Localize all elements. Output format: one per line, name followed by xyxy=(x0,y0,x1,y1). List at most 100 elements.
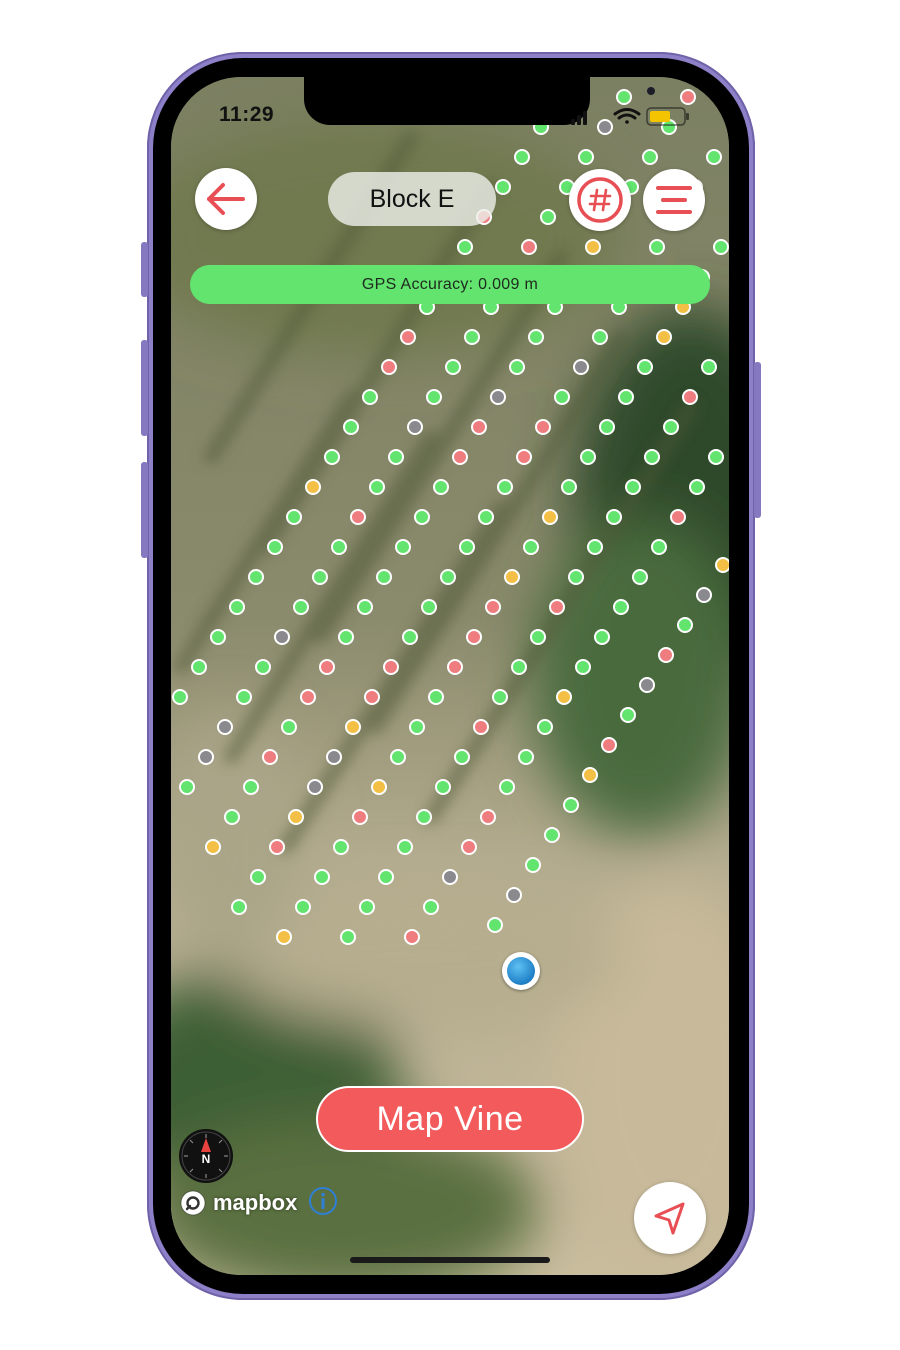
vine-marker[interactable] xyxy=(461,839,477,855)
vine-marker[interactable] xyxy=(592,329,608,345)
vine-marker[interactable] xyxy=(400,329,416,345)
vine-marker[interactable] xyxy=(518,749,534,765)
vine-marker[interactable] xyxy=(248,569,264,585)
vine-marker[interactable] xyxy=(231,899,247,915)
vine-marker[interactable] xyxy=(506,887,522,903)
vine-marker[interactable] xyxy=(454,749,470,765)
vine-marker[interactable] xyxy=(677,617,693,633)
vine-marker[interactable] xyxy=(338,629,354,645)
vine-marker[interactable] xyxy=(457,239,473,255)
vine-marker[interactable] xyxy=(442,869,458,885)
block-name-pill[interactable]: Block E xyxy=(328,172,496,226)
vine-marker[interactable] xyxy=(542,509,558,525)
vine-marker[interactable] xyxy=(599,419,615,435)
vine-marker[interactable] xyxy=(295,899,311,915)
vine-marker[interactable] xyxy=(701,359,717,375)
vine-marker[interactable] xyxy=(658,647,674,663)
vine-marker[interactable] xyxy=(423,899,439,915)
vine-marker[interactable] xyxy=(243,779,259,795)
vine-marker[interactable] xyxy=(421,599,437,615)
vine-marker[interactable] xyxy=(708,449,724,465)
vine-marker[interactable] xyxy=(492,689,508,705)
vine-marker[interactable] xyxy=(404,929,420,945)
vine-marker[interactable] xyxy=(378,869,394,885)
vine-marker[interactable] xyxy=(293,599,309,615)
vine-marker[interactable] xyxy=(495,179,511,195)
vine-marker[interactable] xyxy=(210,629,226,645)
vine-marker[interactable] xyxy=(205,839,221,855)
vine-marker[interactable] xyxy=(649,239,665,255)
vine-marker[interactable] xyxy=(286,509,302,525)
vine-marker[interactable] xyxy=(497,479,513,495)
vine-marker[interactable] xyxy=(537,719,553,735)
vine-marker[interactable] xyxy=(331,539,347,555)
vine-marker[interactable] xyxy=(345,719,361,735)
vine-marker[interactable] xyxy=(582,767,598,783)
vine-marker[interactable] xyxy=(473,719,489,735)
vine-marker[interactable] xyxy=(516,449,532,465)
map-vine-button[interactable]: Map Vine xyxy=(316,1086,584,1152)
vine-marker[interactable] xyxy=(364,689,380,705)
vine-marker[interactable] xyxy=(525,857,541,873)
vine-marker[interactable] xyxy=(523,539,539,555)
vine-marker[interactable] xyxy=(172,689,188,705)
vine-marker[interactable] xyxy=(198,749,214,765)
vine-marker[interactable] xyxy=(613,599,629,615)
vine-marker[interactable] xyxy=(485,599,501,615)
vine-marker[interactable] xyxy=(312,569,328,585)
vine-marker[interactable] xyxy=(616,89,632,105)
vine-marker[interactable] xyxy=(499,779,515,795)
vine-marker[interactable] xyxy=(568,569,584,585)
vine-marker[interactable] xyxy=(696,587,712,603)
vine-marker[interactable] xyxy=(435,779,451,795)
vine-marker[interactable] xyxy=(480,809,496,825)
vine-marker[interactable] xyxy=(426,389,442,405)
vine-marker[interactable] xyxy=(236,689,252,705)
vine-marker[interactable] xyxy=(556,689,572,705)
vine-marker[interactable] xyxy=(504,569,520,585)
vine-marker[interactable] xyxy=(414,509,430,525)
vine-marker[interactable] xyxy=(637,359,653,375)
vine-marker[interactable] xyxy=(554,389,570,405)
mapbox-logo[interactable]: mapbox xyxy=(179,1189,297,1217)
vine-marker[interactable] xyxy=(447,659,463,675)
vine-marker[interactable] xyxy=(656,329,672,345)
vine-marker[interactable] xyxy=(682,389,698,405)
vine-marker[interactable] xyxy=(632,569,648,585)
vine-marker[interactable] xyxy=(440,569,456,585)
vine-marker[interactable] xyxy=(670,509,686,525)
vine-marker[interactable] xyxy=(478,509,494,525)
vine-marker[interactable] xyxy=(706,149,722,165)
vine-marker[interactable] xyxy=(530,629,546,645)
vine-marker[interactable] xyxy=(578,149,594,165)
vine-marker[interactable] xyxy=(267,539,283,555)
vine-marker[interactable] xyxy=(350,509,366,525)
vine-marker[interactable] xyxy=(343,419,359,435)
vine-marker[interactable] xyxy=(250,869,266,885)
vine-marker[interactable] xyxy=(544,827,560,843)
vine-marker[interactable] xyxy=(333,839,349,855)
vine-marker[interactable] xyxy=(307,779,323,795)
vine-marker[interactable] xyxy=(563,797,579,813)
vine-marker[interactable] xyxy=(179,779,195,795)
vine-marker[interactable] xyxy=(314,869,330,885)
vine-marker[interactable] xyxy=(601,737,617,753)
vine-marker[interactable] xyxy=(255,659,271,675)
vine-marker[interactable] xyxy=(585,239,601,255)
vine-marker[interactable] xyxy=(459,539,475,555)
vine-marker[interactable] xyxy=(573,359,589,375)
vine-marker[interactable] xyxy=(359,899,375,915)
vine-marker[interactable] xyxy=(340,929,356,945)
vine-marker[interactable] xyxy=(319,659,335,675)
vine-marker[interactable] xyxy=(433,479,449,495)
vine-marker[interactable] xyxy=(281,719,297,735)
vine-marker[interactable] xyxy=(274,629,290,645)
vine-marker[interactable] xyxy=(397,839,413,855)
vine-marker[interactable] xyxy=(217,719,233,735)
vine-marker[interactable] xyxy=(642,149,658,165)
vine-marker[interactable] xyxy=(288,809,304,825)
vine-marker[interactable] xyxy=(680,89,696,105)
vine-marker[interactable] xyxy=(262,749,278,765)
vine-marker[interactable] xyxy=(689,479,705,495)
info-icon[interactable] xyxy=(307,1185,339,1217)
